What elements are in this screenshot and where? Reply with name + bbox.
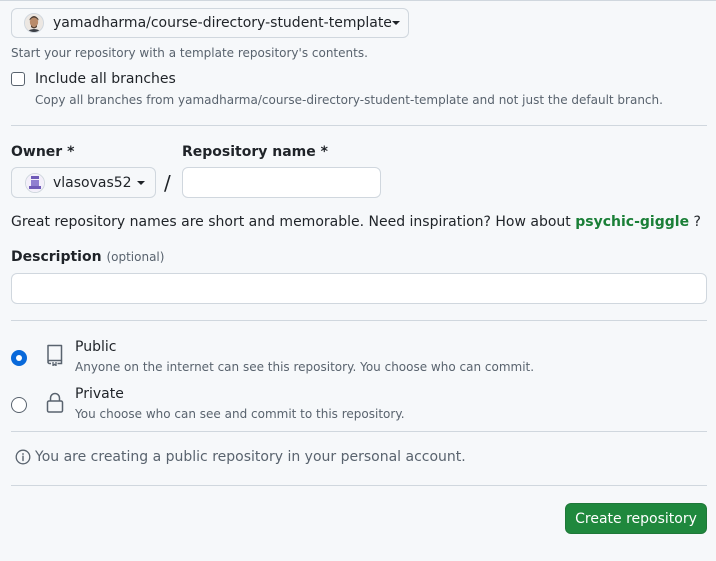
template-repo-label: yamadharma/course-directory-student-temp… — [53, 15, 392, 31]
public-description: Anyone on the internet can see this repo… — [75, 360, 535, 374]
name-inspiration: Great repository names are short and mem… — [11, 214, 701, 230]
visibility-info: You are creating a public repository in … — [15, 449, 466, 465]
top-divider — [0, 0, 716, 1]
description-label-text: Description — [11, 249, 102, 265]
inspiration-end: ? — [693, 214, 701, 230]
visibility-info-text: You are creating a public repository in … — [35, 449, 466, 465]
include-branches-checkbox[interactable] — [11, 72, 25, 86]
owner-avatar — [25, 172, 45, 193]
include-branches-note: Copy all branches from yamadharma/course… — [35, 93, 663, 107]
lock-icon — [46, 392, 64, 413]
template-helper-text: Start your repository with a template re… — [11, 46, 368, 60]
create-repository-button[interactable]: Create repository — [565, 503, 707, 534]
repository-name-label: Repository name * — [182, 144, 328, 160]
divider — [11, 125, 707, 126]
description-label: Description (optional) — [11, 249, 164, 265]
owner-repo-separator: / — [164, 171, 171, 195]
include-branches-label[interactable]: Include all branches — [35, 71, 176, 87]
owner-value: vlasovas52 — [53, 174, 132, 191]
divider — [11, 431, 707, 432]
chevron-down-icon — [137, 180, 145, 185]
divider — [11, 320, 707, 321]
owner-select-button[interactable]: vlasovas52 — [11, 167, 156, 198]
owner-label: Owner * — [11, 144, 75, 160]
inspiration-text: Great repository names are short and mem… — [11, 214, 571, 230]
description-input[interactable] — [11, 273, 707, 304]
template-owner-avatar — [24, 13, 44, 33]
public-title[interactable]: Public — [75, 339, 116, 355]
private-title[interactable]: Private — [75, 386, 124, 402]
template-select-button[interactable]: yamadharma/course-directory-student-temp… — [11, 8, 409, 38]
repo-icon — [47, 344, 63, 366]
repository-name-input[interactable] — [182, 167, 381, 198]
chevron-down-icon — [391, 21, 400, 25]
private-radio[interactable] — [11, 397, 27, 413]
name-suggestion-link[interactable]: psychic-giggle — [575, 214, 689, 230]
info-icon — [15, 449, 31, 465]
description-optional: (optional) — [106, 250, 165, 264]
divider — [11, 485, 707, 486]
private-description: You choose who can see and commit to thi… — [75, 407, 405, 421]
public-radio[interactable] — [11, 350, 27, 366]
